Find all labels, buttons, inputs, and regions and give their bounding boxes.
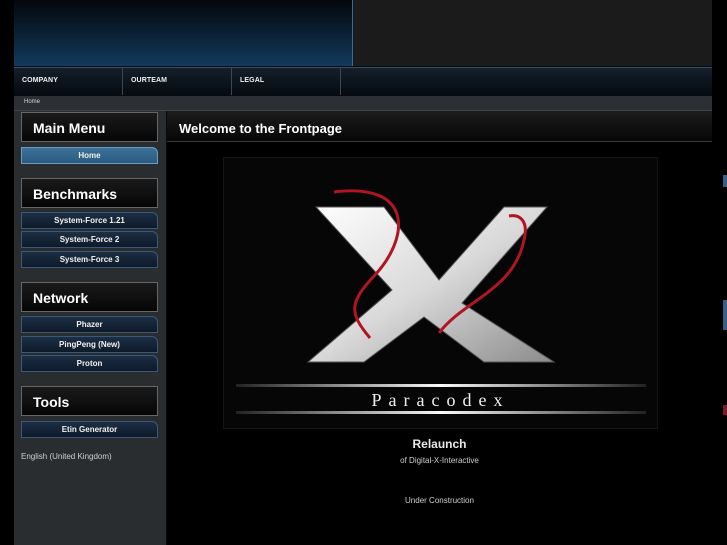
menu-item-phazer[interactable]: Phazer bbox=[21, 316, 158, 333]
edge-mark bbox=[723, 175, 727, 187]
breadcrumb: Home bbox=[14, 96, 712, 111]
page-title: Welcome to the Frontpage bbox=[179, 121, 342, 136]
relaunch-heading: Relaunch bbox=[412, 437, 467, 451]
paracodex-logo: Paracodex bbox=[223, 157, 658, 429]
main-content: Welcome to the Frontpage Paracodex Relau… bbox=[167, 111, 712, 545]
language-label: English (United Kingdom) bbox=[21, 452, 112, 461]
header-banner bbox=[14, 0, 353, 66]
left-gutter bbox=[0, 0, 14, 545]
breadcrumb-home[interactable]: Home bbox=[24, 99, 40, 105]
tools-title: Tools bbox=[21, 386, 158, 416]
x-logo-graphic bbox=[236, 189, 646, 414]
top-navigation: COMPANY OURTEAM LEGAL bbox=[14, 67, 712, 96]
edge-mark bbox=[723, 300, 727, 330]
right-gutter bbox=[712, 0, 727, 545]
benchmarks-title: Benchmarks bbox=[21, 178, 158, 208]
construction-notice: Under Construction bbox=[405, 496, 474, 505]
menu-item-etin-generator[interactable]: Etin Generator bbox=[21, 421, 158, 438]
nav-ourteam[interactable]: OURTEAM bbox=[123, 68, 232, 95]
content-header: Welcome to the Frontpage bbox=[167, 111, 712, 142]
main-menu-title: Main Menu bbox=[21, 112, 158, 142]
menu-item-proton[interactable]: Proton bbox=[21, 355, 158, 372]
site-header bbox=[14, 0, 712, 66]
network-title: Network bbox=[21, 282, 158, 312]
logo-wordmark: Paracodex bbox=[371, 390, 510, 410]
menu-item-system-force-2[interactable]: System-Force 2 bbox=[21, 231, 158, 248]
sidebar: Main Menu Home Benchmarks System-Force 1… bbox=[14, 111, 166, 545]
edge-mark bbox=[723, 405, 727, 415]
menu-item-system-force-3[interactable]: System-Force 3 bbox=[21, 251, 158, 268]
menu-item-system-force-121[interactable]: System-Force 1.21 bbox=[21, 212, 158, 229]
nav-company[interactable]: COMPANY bbox=[14, 68, 123, 95]
nav-legal[interactable]: LEGAL bbox=[232, 68, 341, 95]
menu-item-home[interactable]: Home bbox=[21, 147, 158, 164]
header-side-panel bbox=[353, 0, 712, 66]
menu-item-pingpeng[interactable]: PingPeng (New) bbox=[21, 336, 158, 353]
relaunch-subtitle: of Digital-X-Interactive bbox=[400, 456, 479, 465]
